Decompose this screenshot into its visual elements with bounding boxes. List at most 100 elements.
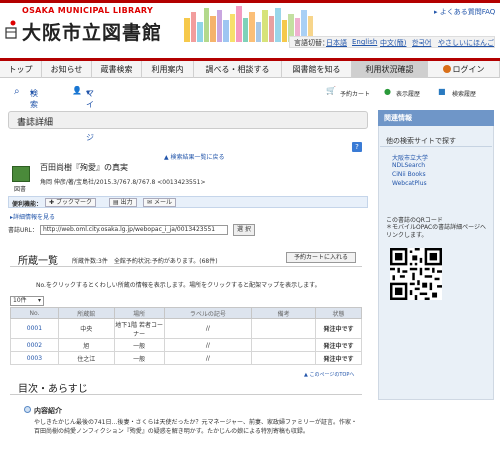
- lang-chinese[interactable]: 中文(簡): [380, 38, 406, 48]
- material-type: 図書: [14, 186, 27, 193]
- faq-link-label[interactable]: よくある質問FAQ: [440, 8, 496, 16]
- link-webcatplus[interactable]: WebcatPlus: [392, 180, 427, 187]
- qr-code-image: [390, 248, 442, 300]
- col-label[interactable]: ラベルの記号: [163, 307, 253, 319]
- holding-location[interactable]: 地下1階 若者コーナー: [113, 318, 165, 339]
- page-title: 書誌詳細: [17, 118, 54, 128]
- add-to-cart-button[interactable]: 予約カートに入れる: [286, 252, 356, 263]
- link-ndlsearch[interactable]: NDLSearch: [392, 162, 425, 169]
- link-osaka-city-univ[interactable]: 大阪市立大学: [392, 153, 428, 162]
- holding-status: 発注中です: [315, 338, 362, 352]
- holding-note: [251, 338, 317, 352]
- subnav-search-history[interactable]: 検索履歴: [452, 89, 476, 98]
- nav-research[interactable]: 調べる・相談する: [194, 61, 282, 78]
- intro-label: 内容紹介: [34, 407, 62, 415]
- holding-no-link[interactable]: 0003: [10, 351, 59, 365]
- rss-icon[interactable]: ?: [352, 142, 362, 152]
- nav-catalog-search[interactable]: 蔵書検索: [92, 61, 142, 78]
- logo-english: OSAKA MUNICIPAL LIBRARY: [22, 6, 154, 15]
- nav-news[interactable]: お知らせ: [42, 61, 92, 78]
- mail-button[interactable]: ✉ メール: [143, 198, 176, 207]
- nav-usage-status-label[interactable]: 利用状況確認: [366, 65, 414, 74]
- select-url-button[interactable]: 選 択: [233, 224, 255, 236]
- table-row: 0003 住之江 一般 // 発注中です: [10, 351, 362, 365]
- nav-top[interactable]: トップ: [0, 61, 42, 78]
- table-row: 0002 旭 一般 // 発注中です: [10, 338, 362, 352]
- logo-japanese[interactable]: 大阪市立図書館: [22, 18, 162, 45]
- holding-status: 発注中です: [315, 351, 362, 365]
- col-status[interactable]: 状態: [315, 307, 362, 319]
- bookmark-button[interactable]: ✚ ブックマーク: [45, 198, 96, 207]
- mail-label[interactable]: メール: [154, 199, 172, 206]
- tools-label: 便利機能：: [12, 201, 43, 208]
- holding-library: 旭: [57, 338, 115, 352]
- holding-note: [251, 318, 317, 339]
- cart-icon: 🛒: [326, 86, 336, 95]
- per-page-select[interactable]: 10件 ▾: [10, 296, 44, 306]
- col-no[interactable]: No.: [10, 307, 59, 319]
- holdings-heading: 所蔵一覧: [18, 256, 58, 267]
- book-meta: 角岡 伸彦/著/宝島社/2015.3/767.8/767.8 <00134235…: [40, 179, 206, 186]
- col-library[interactable]: 所蔵館: [57, 307, 115, 319]
- holdings-divider: [10, 266, 362, 267]
- page-top-label[interactable]: このページのTOPへ: [309, 372, 354, 378]
- more-info-label[interactable]: 詳細情報を見る: [13, 214, 55, 221]
- book-title: 百田尚樹『殉愛』の真実: [40, 163, 128, 172]
- qr-note: ＊モバイルOPACの書誌詳細ページへリンクします。: [386, 224, 487, 239]
- subnav-history[interactable]: 表示履歴: [396, 89, 420, 98]
- subnav-cart[interactable]: 予約カート: [340, 89, 370, 98]
- bookmark-label[interactable]: ブックマーク: [56, 199, 92, 206]
- holding-location[interactable]: 一般: [113, 351, 165, 365]
- related-info-header: 関連情報: [378, 110, 494, 126]
- nav-login[interactable]: ログイン: [428, 61, 500, 78]
- search-history-icon: ■: [438, 87, 446, 96]
- holdings-summary: 所蔵件数:3件 全館予約状況:予約があります。(68件): [72, 258, 218, 265]
- holding-label: //: [163, 338, 253, 352]
- faq-link[interactable]: ▸ よくある質問FAQ: [434, 7, 495, 17]
- back-to-results[interactable]: ▲ 検索結果一覧に戻る: [164, 152, 225, 161]
- holding-label: //: [163, 318, 253, 339]
- url-field[interactable]: http://web.oml.city.osaka.lg.jp/webopac_…: [40, 225, 228, 235]
- print-button[interactable]: ▤ 出力: [109, 198, 137, 207]
- back-link-label[interactable]: 検索結果一覧に戻る: [171, 154, 225, 161]
- history-icon: ●: [384, 87, 391, 96]
- intro-text: やしきたかじん最後の741日…後妻・さくらは天使だったか？元マネージャー、前妻、…: [34, 419, 357, 435]
- col-note[interactable]: 備考: [251, 307, 317, 319]
- book-type-icon: [12, 166, 30, 182]
- holdings-note: No.をクリックするとくわしい所蔵の情報を表示します。場所をクリックすると配架マ…: [36, 282, 321, 289]
- holding-label: //: [163, 351, 253, 365]
- nav-usage-status[interactable]: 利用状況確認: [352, 61, 428, 78]
- print-icon: ▤: [113, 199, 121, 206]
- library-logo-icon: [5, 20, 17, 39]
- nav-login-label[interactable]: ログイン: [453, 65, 485, 74]
- main-navigation: トップ お知らせ 蔵書検索 利用案内 調べる・相談する 図書館を知る 利用状況確…: [0, 58, 500, 78]
- subnav-mypage[interactable]: マイページ ▾: [86, 88, 94, 142]
- subnav-search[interactable]: 検索 ▾: [30, 88, 38, 109]
- holding-no-link[interactable]: 0002: [10, 338, 59, 352]
- lang-english[interactable]: English: [352, 38, 377, 46]
- holding-note: [251, 351, 317, 365]
- page-top-link[interactable]: ▲ このページのTOPへ: [304, 371, 354, 378]
- holding-location[interactable]: 一般: [113, 338, 165, 352]
- per-page-value[interactable]: 10件: [13, 297, 27, 304]
- qr-title: この書誌のQRコード: [386, 217, 443, 224]
- detail-heading-bar: 書誌詳細: [8, 111, 368, 129]
- other-search-heading: 他の検索サイトで探す: [386, 137, 456, 145]
- login-icon: [442, 65, 451, 73]
- top-accent-bar: [0, 0, 500, 3]
- lang-easy-japanese[interactable]: やさしいにほんご: [438, 38, 494, 48]
- link-cinii-books[interactable]: CiNii Books: [392, 171, 426, 178]
- nav-about[interactable]: 図書館を知る: [282, 61, 352, 78]
- table-header-row: No. 所蔵館 場所 ラベルの記号 備考 状態: [10, 307, 362, 319]
- holding-no-link[interactable]: 0001: [10, 318, 59, 339]
- lang-korean[interactable]: 한국어: [412, 38, 431, 48]
- more-info-toggle[interactable]: ▸詳細情報を見る: [10, 212, 55, 221]
- tools-bar: 便利機能： ✚ ブックマーク ▤ 出力 ✉ メール: [8, 196, 368, 208]
- col-location[interactable]: 場所: [113, 307, 165, 319]
- print-label[interactable]: 出力: [121, 199, 133, 206]
- subnav-search-label[interactable]: 検索: [30, 88, 38, 110]
- lang-japanese[interactable]: 日本語: [326, 38, 347, 48]
- holdings-table: No. 所蔵館 場所 ラベルの記号 備考 状態 0001 中央 地下1階 若者コ…: [10, 307, 362, 365]
- nav-guide[interactable]: 利用案内: [142, 61, 194, 78]
- chevron-down-icon: ▾: [37, 297, 41, 304]
